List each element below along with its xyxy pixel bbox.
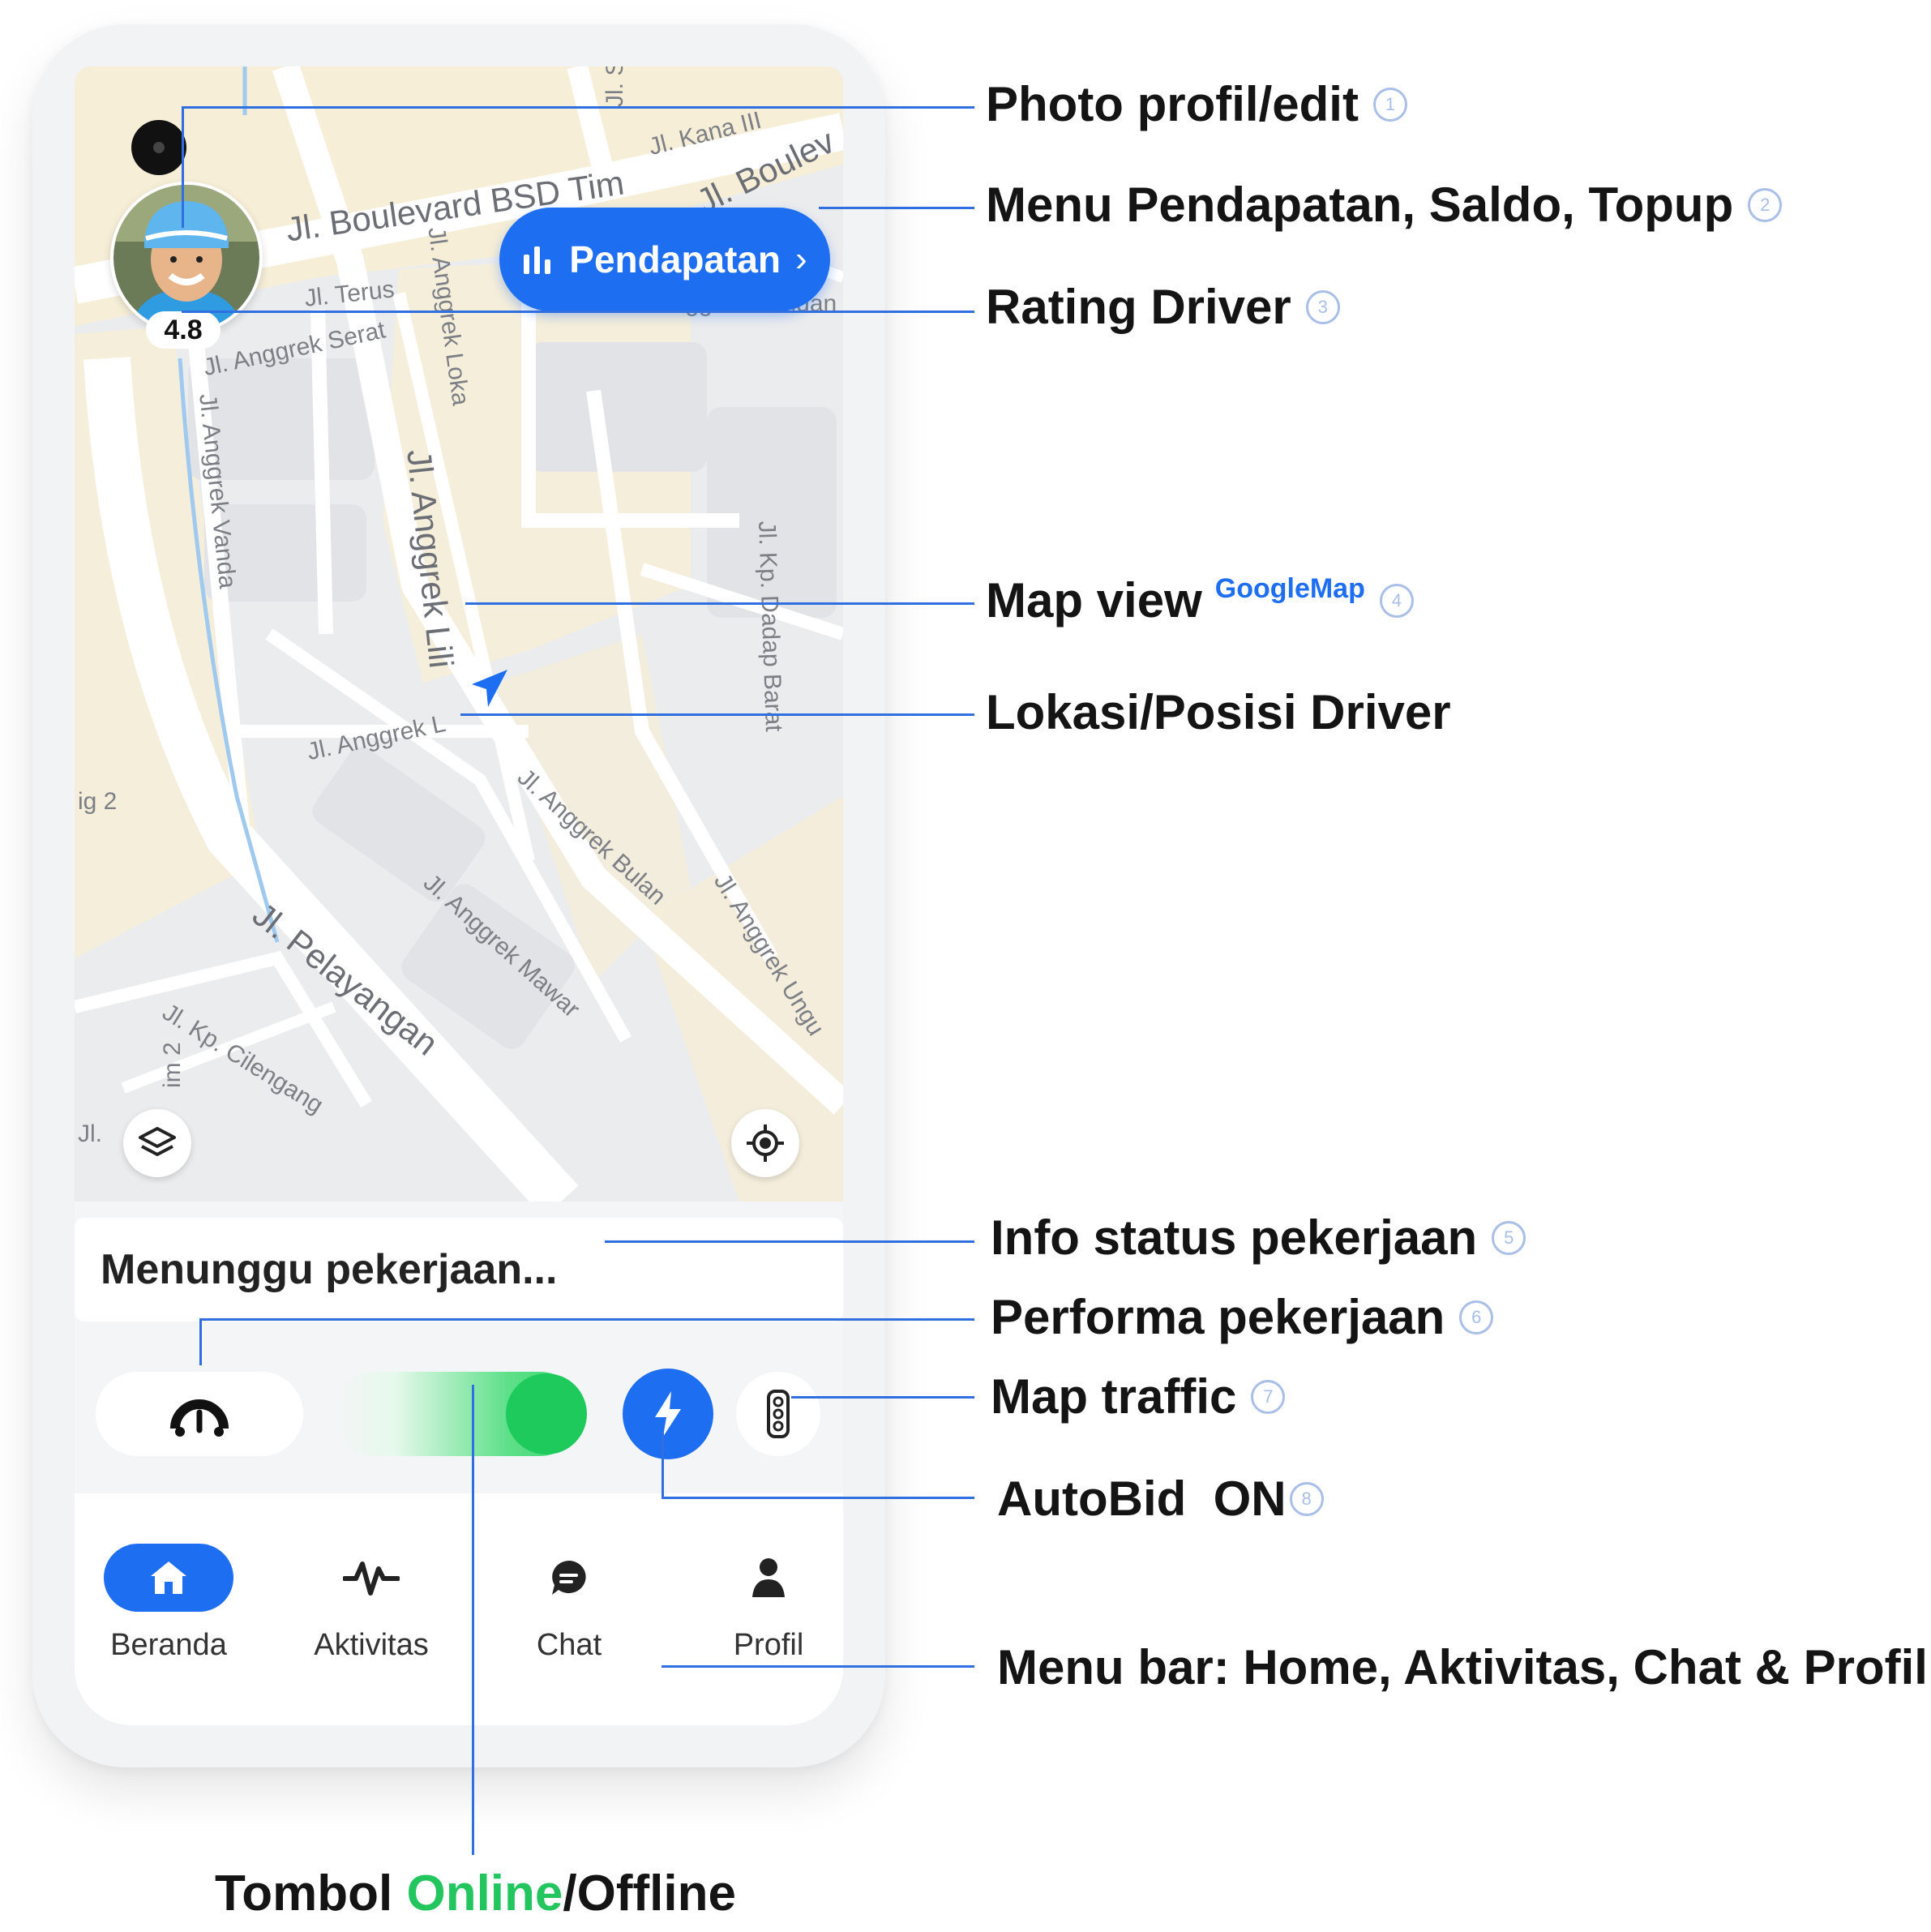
annotation-line-location	[460, 713, 974, 716]
annotation-line-performance-stem	[199, 1318, 202, 1365]
annotation-rating: Rating Driver 3	[986, 279, 1340, 335]
annotation-line-autobid-stem	[662, 1432, 664, 1498]
annotation-line-performance	[199, 1318, 974, 1321]
pendapatan-button[interactable]: Pendapatan ›	[499, 208, 830, 311]
annotation-text: AutoBid ON	[997, 1471, 1287, 1526]
nav-item-profil[interactable]: Profil	[687, 1544, 843, 1663]
annotation-menubar: Menu bar: Home, Aktivitas, Chat & Profil	[997, 1639, 1928, 1695]
traffic-light-icon	[767, 1390, 790, 1438]
caption-prefix: Tombol	[215, 1866, 407, 1921]
annotation-line-toggle	[472, 1385, 474, 1855]
annotation-traffic: Map traffic 7	[991, 1369, 1286, 1424]
chevron-right-icon: ›	[795, 239, 807, 279]
nav-icon-highlight	[104, 1544, 233, 1612]
job-status-text: Menunggu pekerjaan...	[101, 1246, 558, 1293]
street-label: ig 2	[78, 788, 118, 815]
nav-icon-wrap	[504, 1544, 634, 1612]
performance-button[interactable]	[96, 1372, 303, 1456]
activity-icon	[343, 1561, 400, 1596]
layers-icon	[139, 1127, 176, 1156]
annotation-text: Map view	[986, 573, 1202, 628]
annotation-line-rating	[182, 311, 974, 313]
person-icon	[752, 1558, 785, 1597]
map-layers-button[interactable]	[123, 1109, 191, 1177]
nav-label: Aktivitas	[314, 1628, 429, 1662]
job-status-card: Menunggu pekerjaan...	[75, 1218, 843, 1322]
bar-chart-icon	[524, 246, 551, 274]
annotation-text: Info status pekerjaan	[991, 1210, 1478, 1265]
pendapatan-label: Pendapatan	[569, 238, 781, 281]
nav-item-aktivitas[interactable]: Aktivitas	[290, 1544, 452, 1663]
annotation-line-status	[605, 1240, 974, 1243]
street-label: Jl.	[78, 1120, 102, 1147]
driver-photo	[113, 185, 259, 331]
action-row	[75, 1347, 843, 1469]
nav-label: Beranda	[110, 1628, 227, 1662]
annotation-line-pendapatan	[819, 207, 974, 209]
driver-rating-badge: 4.8	[146, 311, 221, 349]
annotation-text: Lokasi/Posisi Driver	[986, 685, 1451, 739]
nav-label: Profil	[733, 1628, 804, 1662]
annotation-line-photo	[182, 106, 974, 109]
caption-suffix: /Offline	[563, 1866, 736, 1921]
nav-label: Chat	[536, 1628, 602, 1662]
phone-screen: Jl. Kana III Jl. Boulevard BSD Tim Jl. B…	[75, 66, 843, 1725]
annotation-text: Map traffic	[991, 1369, 1237, 1424]
annotation-status: Info status pekerjaan 5	[991, 1210, 1526, 1266]
annotation-line-menubar	[662, 1665, 974, 1668]
map-view[interactable]: Jl. Kana III Jl. Boulevard BSD Tim Jl. B…	[75, 66, 843, 1202]
annotation-location: Lokasi/Posisi Driver	[986, 684, 1451, 740]
camera-cutout	[131, 120, 186, 175]
home-icon	[151, 1561, 186, 1594]
annotation-text: Menu Pendapatan, Saldo, Topup	[986, 178, 1734, 232]
annotation-map-view: Map view GoogleMap 4	[986, 572, 1414, 628]
annotation-line-photo-stem	[182, 106, 184, 228]
driver-location-arrow-icon	[472, 670, 507, 707]
annotation-line-traffic	[791, 1396, 974, 1399]
nav-icon-wrap	[306, 1544, 436, 1612]
annotation-number: 8	[1289, 1481, 1324, 1516]
toggle-knob	[506, 1373, 587, 1454]
annotation-performance: Performa pekerjaan 6	[991, 1289, 1494, 1345]
online-offline-toggle[interactable]	[332, 1372, 587, 1456]
annotation-number: 6	[1459, 1300, 1494, 1334]
annotation-text: Photo profil/edit	[986, 77, 1359, 131]
annotation-pendapatan: Menu Pendapatan, Saldo, Topup 2	[986, 177, 1783, 233]
annotation-number: 3	[1305, 289, 1340, 324]
annotation-number: 5	[1492, 1220, 1526, 1255]
annotation-number: 4	[1379, 583, 1414, 618]
locate-crosshair-icon	[747, 1125, 784, 1162]
street-label: im 2	[159, 1042, 186, 1088]
annotation-online-toggle: Tombol Online/Offline	[215, 1865, 736, 1922]
annotation-text: Rating Driver	[986, 280, 1291, 334]
annotation-photo: Photo profil/edit 1	[986, 76, 1407, 132]
annotation-line-autobid	[662, 1497, 974, 1499]
nav-item-beranda[interactable]: Beranda	[88, 1544, 250, 1663]
autobid-button[interactable]	[623, 1369, 713, 1459]
lightning-bolt-icon	[655, 1391, 681, 1437]
annotation-googlemap: GoogleMap	[1214, 573, 1365, 604]
map-traffic-button[interactable]	[736, 1372, 820, 1456]
annotation-number: 7	[1251, 1379, 1286, 1414]
speedometer-icon	[170, 1399, 229, 1437]
bottom-nav-bar: Beranda Aktivitas Chat Profil	[75, 1493, 843, 1725]
chat-icon	[552, 1561, 586, 1595]
annotation-number: 2	[1748, 187, 1783, 222]
annotation-text: Menu bar: Home, Aktivitas, Chat & Profil	[997, 1640, 1928, 1694]
annotation-number: 1	[1372, 87, 1407, 122]
annotation-text: Performa pekerjaan	[991, 1290, 1445, 1344]
annotation-line-map	[465, 602, 974, 605]
nav-icon-wrap	[704, 1544, 833, 1612]
my-location-button[interactable]	[731, 1109, 799, 1177]
street-label: Jl. S	[602, 66, 628, 107]
phone-frame: Jl. Kana III Jl. Boulevard BSD Tim Jl. B…	[32, 24, 885, 1767]
caption-online: Online	[406, 1866, 563, 1921]
nav-item-chat[interactable]: Chat	[488, 1544, 650, 1663]
annotation-autobid: AutoBid ON 8	[997, 1471, 1324, 1527]
